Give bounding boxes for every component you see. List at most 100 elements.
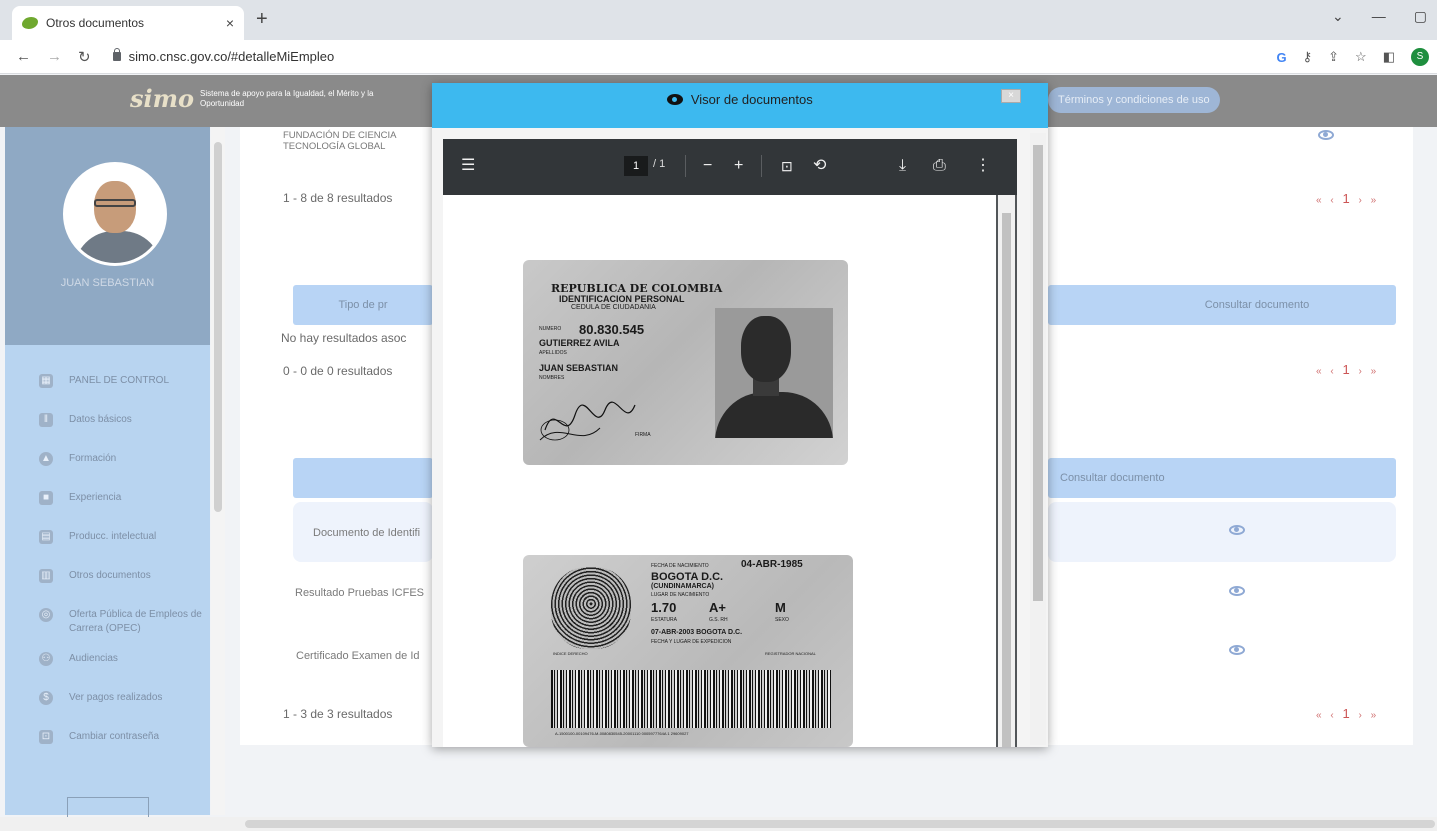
forward-button[interactable]: →: [47, 48, 62, 65]
sidebar-item-formacion[interactable]: ▲ Formación: [5, 445, 210, 484]
print-icon[interactable]: ⎙: [933, 157, 946, 175]
new-tab-button[interactable]: +: [256, 8, 268, 31]
download-icon[interactable]: ⤓: [899, 157, 906, 175]
sidebar-item-label: Experiencia: [69, 492, 122, 503]
more-options-icon[interactable]: ⋮: [975, 157, 991, 175]
card-issue: 07-ABR-2003 BOGOTA D.C.: [651, 629, 743, 636]
view-document-icon[interactable]: [1229, 586, 1245, 596]
profile-avatar[interactable]: S: [1411, 48, 1429, 66]
browser-tab[interactable]: Otros documentos ×: [12, 6, 244, 40]
pager-1[interactable]: « ‹ 1 › »: [1316, 191, 1379, 206]
sidepanel-icon[interactable]: ◧: [1383, 49, 1395, 65]
sidebar-item-experiencia[interactable]: ■ Experiencia: [5, 484, 210, 523]
card-height-label: ESTATURA: [651, 617, 677, 623]
url-field[interactable]: simo.cnsc.gov.co/#detalleMiEmpleo: [112, 48, 334, 64]
logo-tagline: Sistema de apoyo para la Igualdad, el Mé…: [200, 88, 374, 108]
pager-next[interactable]: › »: [1358, 710, 1379, 721]
card-birth-place-label: LUGAR DE NACIMIENTO: [651, 592, 710, 598]
modal-close-button[interactable]: ×: [1001, 89, 1021, 103]
sidebar: JUAN SEBASTIAN ▦ PANEL DE CONTROL ǁ Dato…: [5, 127, 210, 819]
sidebar-item-label: Oferta Pública de Empleos de Carrera (OP…: [69, 609, 202, 634]
dollar-icon: $: [39, 691, 53, 705]
sidebar-item-otros-documentos[interactable]: ▥ Otros documentos: [5, 562, 210, 601]
pager-3[interactable]: « ‹ 1 › »: [1316, 706, 1379, 721]
card-birth-date: 04-ABR-1985: [741, 559, 803, 570]
sidebar-item-ver-pagos[interactable]: $ Ver pagos realizados: [5, 684, 210, 723]
view-document-icon[interactable]: [1229, 645, 1245, 655]
page-number-input[interactable]: 1: [624, 156, 648, 176]
eye-icon: [667, 94, 684, 105]
document-viewer-modal: Visor de documentos × ☰ 1 / 1 − + ⊡ ⟲ ⤓ …: [432, 83, 1048, 747]
sidebar-item-label: PANEL DE CONTROL: [69, 375, 170, 386]
key-icon[interactable]: ⚷: [1303, 49, 1313, 65]
view-document-icon[interactable]: [1318, 130, 1334, 140]
card-apellidos: GUTIERREZ AVILA: [539, 338, 620, 348]
card-apellidos-label: APELLIDOS: [539, 350, 567, 356]
row-doc-identificacion: Documento de Identifi: [313, 527, 421, 539]
pager-page[interactable]: 1: [1342, 706, 1352, 721]
pager-next[interactable]: › »: [1358, 366, 1379, 377]
google-icon[interactable]: G: [1276, 50, 1286, 65]
pdf-scrollbar[interactable]: [998, 195, 1015, 747]
card-code: A-1500100-00109476-M-0080830545-20001110…: [555, 731, 689, 736]
pager-page[interactable]: 1: [1342, 362, 1352, 377]
pager-2[interactable]: « ‹ 1 › »: [1316, 362, 1379, 377]
org-line-2: TECNOLOGÍA GLOBAL: [283, 141, 386, 152]
table-header-blank: [293, 458, 433, 498]
no-results-text: No hay resultados asoc: [281, 331, 407, 345]
sidebar-bottom-box: [67, 797, 149, 819]
card-nombres: JUAN SEBASTIAN: [539, 363, 619, 373]
sidebar-item-panel-de-control[interactable]: ▦ PANEL DE CONTROL: [5, 367, 210, 406]
card-sex: M: [775, 600, 786, 615]
restore-button[interactable]: ▢: [1414, 8, 1427, 25]
tab-title: Otros documentos: [46, 16, 145, 30]
sidebar-item-label: Datos básicos: [69, 414, 132, 425]
table-header-tipo: Tipo de pr: [293, 285, 433, 325]
terms-link[interactable]: Términos y condiciones de uso: [1048, 87, 1220, 113]
sidebar-item-audiencias[interactable]: ⚇ Audiencias: [5, 645, 210, 684]
card-rh: A+: [709, 600, 726, 615]
pager-page[interactable]: 1: [1342, 191, 1352, 206]
globe-icon: ◎: [39, 608, 53, 622]
sidebar-scrollbar[interactable]: [211, 127, 225, 815]
pdf-view-area[interactable]: REPUBLICA DE COLOMBIA IDENTIFICACION PER…: [443, 195, 1017, 747]
pager-prev[interactable]: « ‹: [1316, 195, 1337, 206]
sidebar-item-label: Audiencias: [69, 653, 118, 664]
minimize-button[interactable]: —: [1372, 8, 1386, 25]
zoom-in-button[interactable]: +: [734, 157, 743, 175]
pager-next[interactable]: › »: [1358, 195, 1379, 206]
card-birth-date-label: FECHA DE NACIMIENTO: [651, 563, 709, 569]
pager-prev[interactable]: « ‹: [1316, 366, 1337, 377]
share-icon[interactable]: ⇪: [1328, 49, 1339, 65]
simo-logo[interactable]: simo Sistema de apoyo para la Igualdad, …: [130, 84, 400, 113]
tab-close-icon[interactable]: ×: [226, 15, 234, 31]
profile-name: JUAN SEBASTIAN: [60, 277, 155, 289]
pager-prev[interactable]: « ‹: [1316, 710, 1337, 721]
card-doc-type: IDENTIFICACION PERSONAL: [559, 294, 685, 304]
modal-header: Visor de documentos ×: [432, 83, 1048, 128]
reload-button[interactable]: ↻: [78, 48, 91, 66]
sidebar-item-produccion-intelectual[interactable]: ▤ Producc. intelectual: [5, 523, 210, 562]
fit-page-icon[interactable]: ⊡: [781, 157, 793, 175]
sidebar-item-opec[interactable]: ◎ Oferta Pública de Empleos de Carrera (…: [5, 601, 210, 645]
results-count-1: 1 - 8 de 8 resultados: [283, 191, 393, 205]
column-label: Consultar documento: [1204, 299, 1310, 311]
avatar: [63, 162, 167, 266]
toolbar-divider: [761, 155, 762, 177]
back-button[interactable]: ←: [16, 48, 31, 65]
sidebar-item-label: Otros documentos: [69, 570, 151, 581]
barcode-image: [551, 670, 831, 728]
sidebar-item-cambiar-contrasena[interactable]: ⊡ Cambiar contraseña: [5, 723, 210, 762]
rotate-icon[interactable]: ⟲: [813, 157, 826, 175]
menu-icon[interactable]: ☰: [461, 157, 475, 175]
zoom-out-button[interactable]: −: [703, 157, 712, 175]
star-icon[interactable]: ☆: [1355, 49, 1367, 65]
tab-search-icon[interactable]: ⌄: [1332, 8, 1344, 25]
view-document-icon[interactable]: [1229, 525, 1245, 535]
dashboard-icon: ▦: [39, 374, 53, 388]
sidebar-item-datos-basicos[interactable]: ǁ Datos básicos: [5, 406, 210, 445]
modal-scrollbar[interactable]: [1030, 133, 1046, 745]
horizontal-scrollbar[interactable]: [0, 817, 1437, 831]
sidebar-menu: ▦ PANEL DE CONTROL ǁ Datos básicos ▲ For…: [5, 367, 210, 762]
card-registrar: REGISTRADOR NACIONAL: [765, 651, 816, 656]
